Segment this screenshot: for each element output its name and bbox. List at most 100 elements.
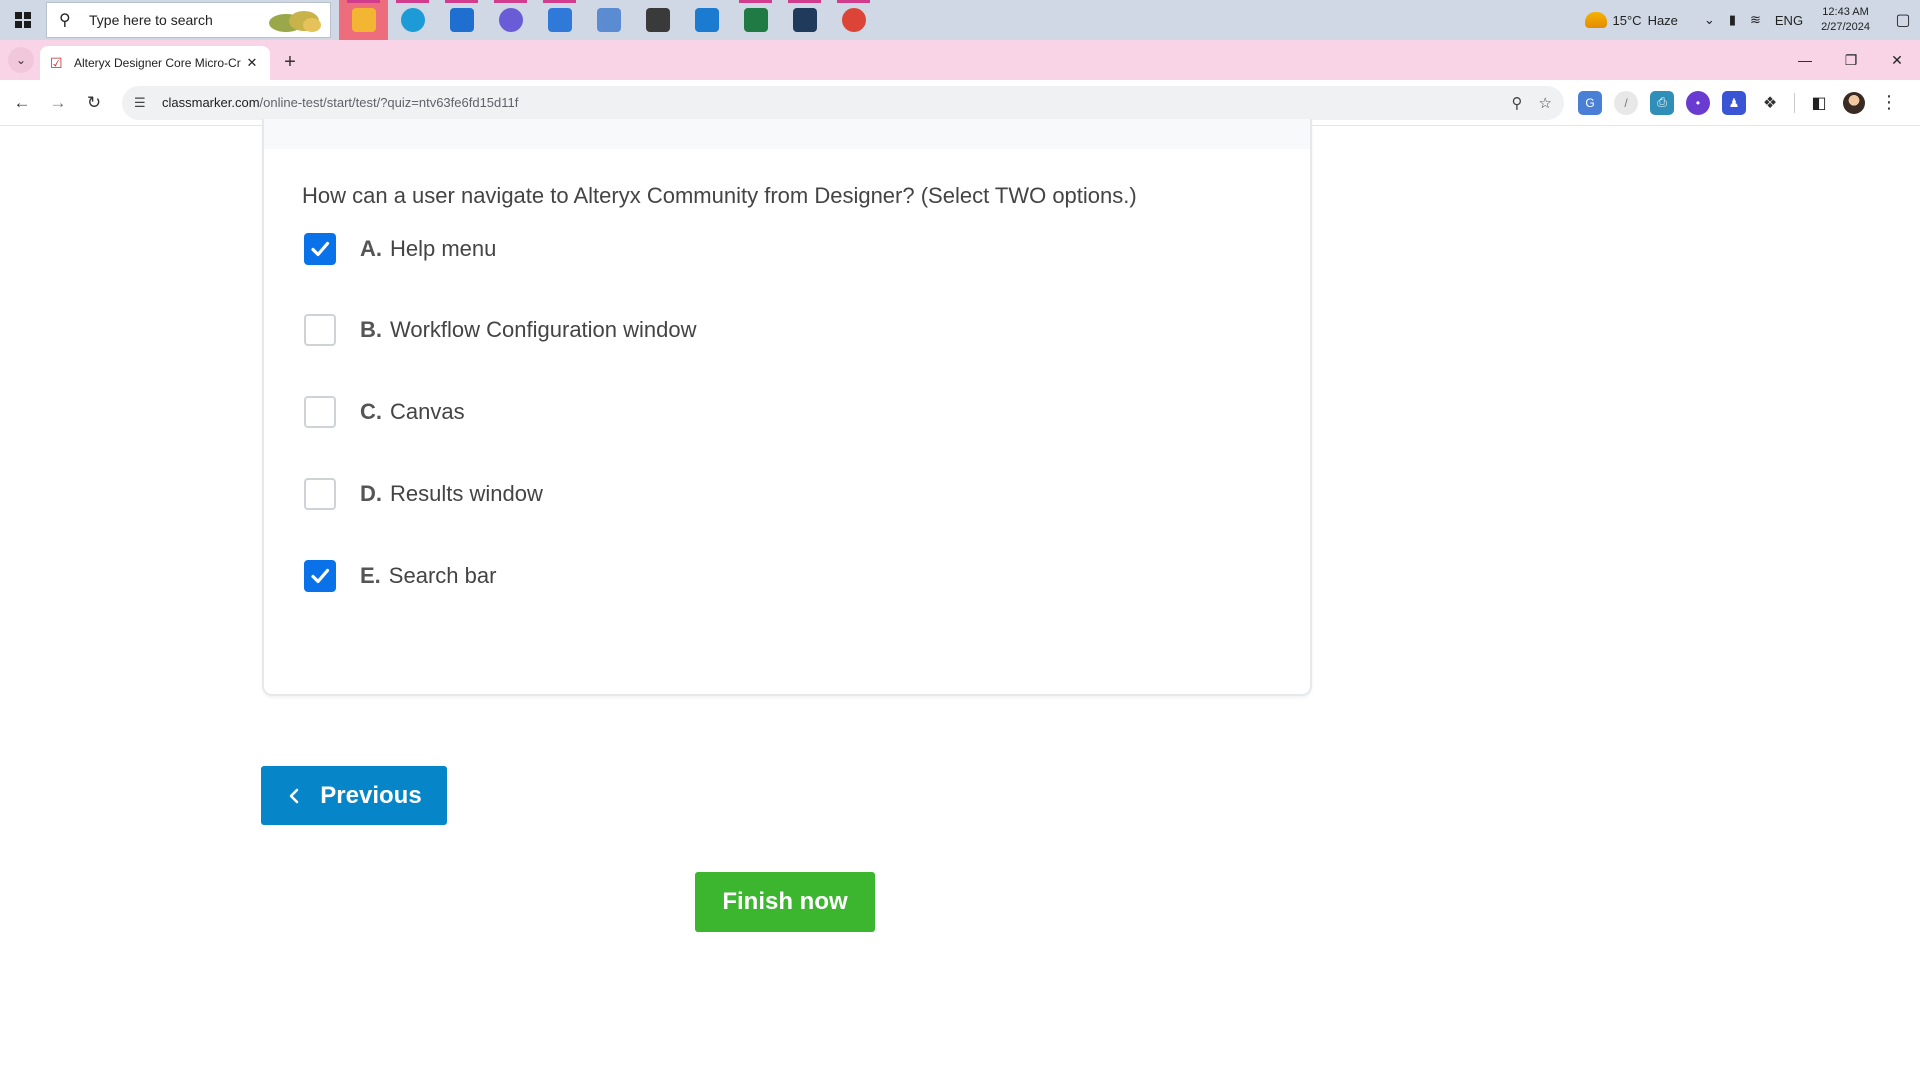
excel-icon (743, 8, 768, 32)
answer-option[interactable]: C. Canvas (304, 394, 465, 430)
restore-icon[interactable]: ❐ (1828, 40, 1874, 80)
zoom-icon[interactable]: ⚲ (1512, 94, 1523, 112)
option-text: Results window (390, 481, 543, 506)
tray-chevron-icon[interactable]: ⌄ (1704, 12, 1715, 28)
option-letter: A. (360, 236, 382, 261)
windows-logo-icon (15, 12, 31, 28)
taskbar-app[interactable] (437, 0, 486, 40)
translate-extension-icon[interactable]: G (1578, 90, 1602, 115)
checkmark-icon (311, 241, 330, 257)
side-panel-icon[interactable]: ◧ (1807, 91, 1831, 115)
chevron-left-icon (289, 788, 299, 803)
forward-arrow-icon[interactable]: → (40, 85, 76, 121)
copilot-icon (498, 8, 523, 32)
tab-search-chevron-icon[interactable]: ⌄ (8, 47, 34, 73)
url-host: classmarker.com (162, 95, 260, 110)
option-text: Search bar (388, 563, 497, 588)
page-content: How can a user navigate to Alteryx Commu… (0, 119, 1920, 1080)
browser-tab-strip: ⌄ ☑ Alteryx Designer Core Micro-Cr ✕ + —… (0, 40, 1920, 80)
start-button[interactable] (0, 0, 46, 40)
previous-button[interactable]: Previous (261, 766, 447, 825)
wifi-icon[interactable]: ≋ (1750, 12, 1761, 28)
minimize-icon[interactable]: — (1782, 40, 1828, 80)
answer-option[interactable]: A. Help menu (304, 231, 496, 267)
settings-gear-icon (645, 8, 670, 32)
classmarker-favicon-icon: ☑ (50, 55, 63, 71)
checkbox[interactable] (304, 478, 336, 510)
option-letter: D. (360, 481, 382, 506)
notifications-icon[interactable]: ▢ (1886, 10, 1920, 30)
bookmark-star-icon[interactable]: ☆ (1539, 94, 1552, 112)
clock-time: 12:43 AM (1822, 6, 1869, 18)
checkbox[interactable] (304, 396, 336, 428)
reload-icon[interactable]: ↻ (76, 85, 112, 121)
taskbar-app[interactable] (829, 0, 878, 40)
extension-person-icon[interactable]: ♟ (1722, 90, 1746, 115)
finish-now-button[interactable]: Finish now (695, 872, 875, 932)
extensions-puzzle-icon[interactable]: ❖ (1758, 91, 1782, 115)
answer-option[interactable]: E. Search bar (304, 558, 496, 594)
previous-label: Previous (320, 781, 422, 809)
checkbox-checked[interactable] (304, 560, 336, 592)
answer-option[interactable]: B. Workflow Configuration window (304, 312, 697, 348)
battery-icon[interactable]: ▮ (1729, 12, 1736, 28)
option-text: Canvas (390, 399, 465, 424)
answer-option[interactable]: D. Results window (304, 476, 543, 512)
taskbar-app[interactable] (633, 0, 682, 40)
close-window-icon[interactable]: ✕ (1874, 40, 1920, 80)
chrome-icon (841, 8, 866, 32)
taskbar-app[interactable] (682, 0, 731, 40)
back-arrow-icon[interactable]: ← (4, 85, 40, 121)
taskbar-search-placeholder: Type here to search (89, 12, 213, 28)
profile-avatar[interactable] (1843, 91, 1865, 114)
extension-pen-icon[interactable]: / (1614, 90, 1638, 115)
checkmark-icon (311, 568, 330, 584)
powershell-icon (792, 8, 817, 32)
extension-print-icon[interactable]: ⎙ (1650, 90, 1674, 115)
question-card: How can a user navigate to Alteryx Commu… (262, 119, 1312, 696)
address-bar[interactable]: ☰ classmarker.com/online-test/start/test… (122, 85, 1564, 120)
option-letter: E. (360, 563, 381, 588)
option-text: Workflow Configuration window (390, 317, 697, 342)
taskbar-app[interactable] (731, 0, 780, 40)
file-explorer-icon (351, 8, 376, 32)
checkbox-checked[interactable] (304, 233, 336, 265)
option-letter: B. (360, 317, 382, 342)
option-letter: C. (360, 399, 382, 424)
weather-widget[interactable]: 15°C Haze (1584, 12, 1678, 28)
taskbar-app[interactable] (780, 0, 829, 40)
weather-haze-icon (1584, 12, 1607, 28)
finish-label: Finish now (722, 888, 848, 915)
edge-icon (400, 8, 425, 32)
taskbar-search-box[interactable]: ⚲ Type here to search (46, 2, 331, 38)
question-text: How can a user navigate to Alteryx Commu… (302, 183, 1137, 208)
taskbar-app[interactable] (339, 0, 388, 40)
windows-taskbar: ⚲ Type here to search 15°C Haze ⌄ ▮ ≋ EN… (0, 0, 1920, 40)
checkbox[interactable] (304, 314, 336, 346)
weather-temp: 15°C (1612, 12, 1642, 28)
taskbar-app[interactable] (388, 0, 437, 40)
language-indicator[interactable]: ENG (1775, 13, 1803, 28)
more-menu-icon[interactable]: ⋮ (1877, 91, 1901, 115)
new-tab-plus-icon[interactable]: + (276, 49, 304, 77)
search-icon: ⚲ (59, 12, 71, 29)
search-highlight-icon (269, 11, 321, 32)
browser-tab-active[interactable]: ☑ Alteryx Designer Core Micro-Cr ✕ (40, 46, 270, 80)
option-text: Help menu (390, 236, 497, 261)
url-path: /online-test/start/test/?quiz=ntv63fe6fd… (259, 95, 519, 110)
mail-icon (449, 8, 474, 32)
taskbar-app[interactable] (535, 0, 584, 40)
extension-purple-icon[interactable]: • (1686, 90, 1710, 115)
app-diamond-icon (547, 8, 572, 32)
contact-file-icon (596, 8, 621, 32)
weather-desc: Haze (1647, 12, 1678, 28)
close-tab-icon[interactable]: ✕ (244, 55, 260, 71)
site-info-icon[interactable]: ☰ (134, 95, 154, 111)
taskbar-clock[interactable]: 12:43 AM 2/27/2024 (1821, 5, 1870, 35)
clock-date: 2/27/2024 (1821, 21, 1870, 33)
taskbar-app[interactable] (584, 0, 633, 40)
toolbar-separator (1794, 92, 1795, 113)
taskbar-app[interactable] (486, 0, 535, 40)
tab-title: Alteryx Designer Core Micro-Cr (74, 56, 241, 70)
photos-icon (694, 8, 719, 32)
